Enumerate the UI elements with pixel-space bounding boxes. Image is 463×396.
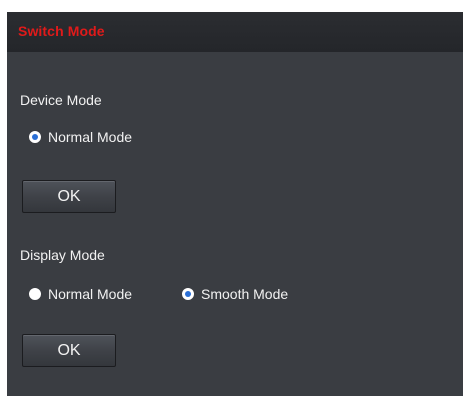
title-bar: Switch Mode xyxy=(7,12,463,52)
display-mode-label: Display Mode xyxy=(20,247,105,263)
device-mode-ok-button[interactable]: OK xyxy=(22,180,116,213)
panel-title: Switch Mode xyxy=(18,23,105,39)
display-mode-ok-button[interactable]: OK xyxy=(22,334,116,367)
switch-mode-panel: Switch Mode Device Mode Normal Mode OK D… xyxy=(7,12,463,396)
device-mode-label: Device Mode xyxy=(20,92,102,108)
display-normal-mode-label: Normal Mode xyxy=(48,286,133,302)
device-normal-mode-radio[interactable]: Normal Mode xyxy=(29,127,132,147)
display-normal-mode-radio[interactable]: Normal Mode xyxy=(29,284,132,304)
radio-unselected-icon xyxy=(29,288,41,300)
radio-selected-icon xyxy=(29,131,41,143)
radio-selected-icon xyxy=(182,288,194,300)
display-smooth-mode-radio[interactable]: Smooth Mode xyxy=(182,284,288,304)
device-normal-mode-label: Normal Mode xyxy=(48,129,133,145)
display-smooth-mode-label: Smooth Mode xyxy=(201,286,289,302)
